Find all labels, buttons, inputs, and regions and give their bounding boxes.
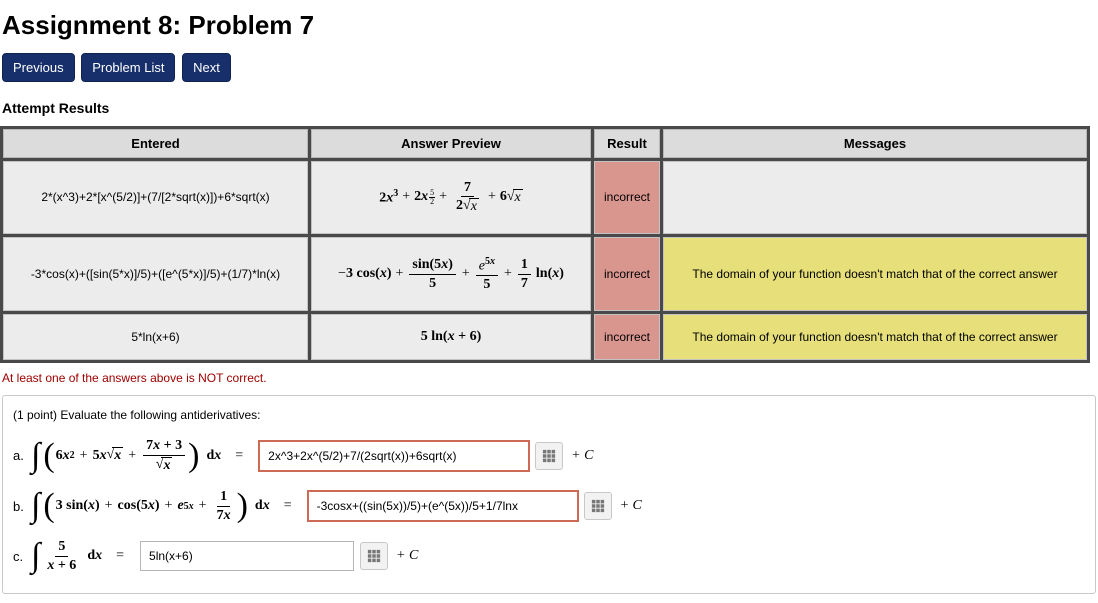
problem-intro: (1 point) Evaluate the following antider… bbox=[13, 408, 1085, 422]
table-row: -3*cos(x)+([sin(5*x)]/5)+([e^(5*x)]/5)+(… bbox=[3, 237, 1087, 311]
problem-list-button[interactable]: Problem List bbox=[81, 53, 175, 82]
integral-icon: ∫ bbox=[31, 439, 40, 473]
attempt-results-table: Entered Answer Preview Result Messages 2… bbox=[0, 126, 1090, 363]
entered-cell: -3*cos(x)+([sin(5*x)]/5)+([e^(5*x)]/5)+(… bbox=[3, 237, 308, 311]
keyboard-icon-button[interactable] bbox=[584, 492, 612, 520]
keyboard-icon-button[interactable] bbox=[535, 442, 563, 470]
table-row: 5*ln(x+6) 5 ln(x + 6) incorrect The doma… bbox=[3, 314, 1087, 360]
problem-box: (1 point) Evaluate the following antider… bbox=[2, 395, 1096, 594]
preview-cell: −3 cos(x)+ sin(5x)5 + e5x5 + 17 ln(x) bbox=[311, 237, 591, 311]
integral-icon: ∫ bbox=[31, 489, 40, 523]
message-cell bbox=[663, 161, 1087, 234]
warning-text: At least one of the answers above is NOT… bbox=[2, 371, 1098, 385]
table-row: 2*(x^3)+2*[x^(5/2)]+(7/[2*sqrt(x)])+6*sq… bbox=[3, 161, 1087, 234]
part-label-b: b. bbox=[13, 499, 31, 514]
nav-buttons: Previous Problem List Next bbox=[2, 53, 1098, 82]
preview-cell: 2x3+ 2x52 + 72√x + 6√x bbox=[311, 161, 591, 234]
col-preview: Answer Preview bbox=[311, 129, 591, 158]
col-result: Result bbox=[594, 129, 660, 158]
question-a-row: a. ∫ ( 6x2+5x√x+ 7x + 3√x ) dx= + C bbox=[13, 438, 1085, 473]
integral-icon: ∫ bbox=[31, 539, 40, 573]
previous-button[interactable]: Previous bbox=[2, 53, 75, 82]
plus-c: + C bbox=[396, 548, 418, 564]
page-title: Assignment 8: Problem 7 bbox=[2, 10, 1098, 41]
part-label-a: a. bbox=[13, 448, 31, 463]
message-cell: The domain of your function doesn't matc… bbox=[663, 237, 1087, 311]
result-cell: incorrect bbox=[594, 161, 660, 234]
result-cell: incorrect bbox=[594, 314, 660, 360]
result-cell: incorrect bbox=[594, 237, 660, 311]
question-b-row: b. ∫ ( 3 sin(x)+cos(5x)+e5x+ 17x ) dx= +… bbox=[13, 489, 1085, 523]
part-label-c: c. bbox=[13, 549, 31, 564]
question-c-row: c. ∫ 5x + 6 dx= + C bbox=[13, 539, 1085, 573]
message-cell: The domain of your function doesn't matc… bbox=[663, 314, 1087, 360]
keyboard-icon-button[interactable] bbox=[360, 542, 388, 570]
next-button[interactable]: Next bbox=[182, 53, 231, 82]
entered-cell: 5*ln(x+6) bbox=[3, 314, 308, 360]
answer-input-c[interactable] bbox=[140, 541, 354, 571]
attempt-results-heading: Attempt Results bbox=[2, 100, 1098, 116]
answer-input-b[interactable] bbox=[308, 491, 578, 521]
answer-input-a[interactable] bbox=[259, 441, 529, 471]
plus-c: + C bbox=[571, 448, 593, 464]
plus-c: + C bbox=[620, 498, 642, 514]
col-entered: Entered bbox=[3, 129, 308, 158]
col-messages: Messages bbox=[663, 129, 1087, 158]
entered-cell: 2*(x^3)+2*[x^(5/2)]+(7/[2*sqrt(x)])+6*sq… bbox=[3, 161, 308, 234]
preview-cell: 5 ln(x + 6) bbox=[311, 314, 591, 360]
